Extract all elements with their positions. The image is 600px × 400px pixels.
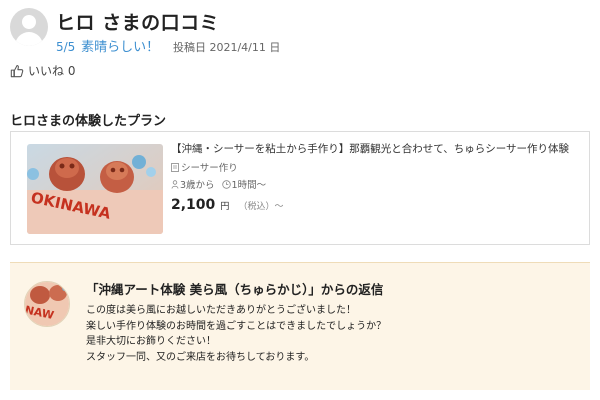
reply-body: この度は美ら風にお越しいただきありがとうございました！ 楽しい手作り体験のお時間… bbox=[86, 303, 386, 365]
plan-duration: 1時間～ bbox=[231, 180, 267, 191]
operator-avatar: NAW bbox=[24, 281, 70, 327]
plan-card[interactable]: OKINAWA 【沖縄・シーサーを粘土から手作り】那覇観光と合わせて、ちゅらシー… bbox=[10, 131, 590, 245]
rating-line: 5/5 素晴らしい！ 投稿日 2021/4/11 日 bbox=[56, 36, 280, 55]
price-amount: 2,100 bbox=[171, 197, 216, 213]
document-icon bbox=[171, 162, 179, 172]
review-title: ヒロ さまの口コミ bbox=[56, 12, 220, 34]
reply-title: 「沖縄アート体験 美ら風（ちゅらかじ）」からの返信 bbox=[86, 282, 384, 297]
plan-section-title: ヒロさまの体験したプラン bbox=[10, 114, 167, 129]
reply-line: この度は美ら風にお越しいただきありがとうございました！ bbox=[86, 305, 356, 316]
reply-line: 是非大切にお飾りください！ bbox=[86, 336, 216, 347]
plan-price: 2,100 円 （税込）～ bbox=[171, 194, 576, 213]
reply-line: 楽しい手作り体験のお時間を過ごすことはできましたでしょうか？ bbox=[86, 320, 387, 332]
user-avatar-icon bbox=[10, 8, 48, 46]
review-header: ヒロ さまの口コミ 5/5 素晴らしい！ 投稿日 2021/4/11 日 bbox=[10, 8, 590, 55]
like-button[interactable]: いいね 0 bbox=[10, 62, 75, 79]
operator-reply: NAW 「沖縄アート体験 美ら風（ちゅらかじ）」からの返信 この度は美ら風にお越… bbox=[10, 262, 590, 390]
post-date: 投稿日 2021/4/11 日 bbox=[172, 41, 281, 54]
rating-score: 5/5 bbox=[56, 40, 76, 54]
like-label: いいね 0 bbox=[28, 64, 76, 78]
price-unit: 円 bbox=[220, 202, 230, 212]
plan-category-row: シーサー作り bbox=[171, 160, 576, 174]
plan-category: シーサー作り bbox=[181, 163, 238, 174]
price-tax: （税込）～ bbox=[238, 202, 284, 212]
plan-image[interactable]: OKINAWA bbox=[27, 144, 163, 234]
plan-info: 【沖縄・シーサーを粘土から手作り】那覇観光と合わせて、ちゅらシーサー作り体験 シ… bbox=[171, 142, 576, 213]
plan-age: 3歳から bbox=[180, 180, 215, 191]
rating-label: 素晴らしい！ bbox=[81, 40, 160, 55]
clock-icon bbox=[221, 179, 231, 189]
reply-line: スタッフ一同、又のご来店をお待ちしております。 bbox=[86, 351, 315, 363]
thumbs-up-icon bbox=[10, 64, 24, 77]
plan-name-link[interactable]: 【沖縄・シーサーを粘土から手作り】那覇観光と合わせて、ちゅらシーサー作り体験 bbox=[171, 142, 576, 157]
plan-details-row: 3歳から 1時間～ bbox=[171, 177, 576, 191]
person-icon bbox=[171, 179, 179, 189]
